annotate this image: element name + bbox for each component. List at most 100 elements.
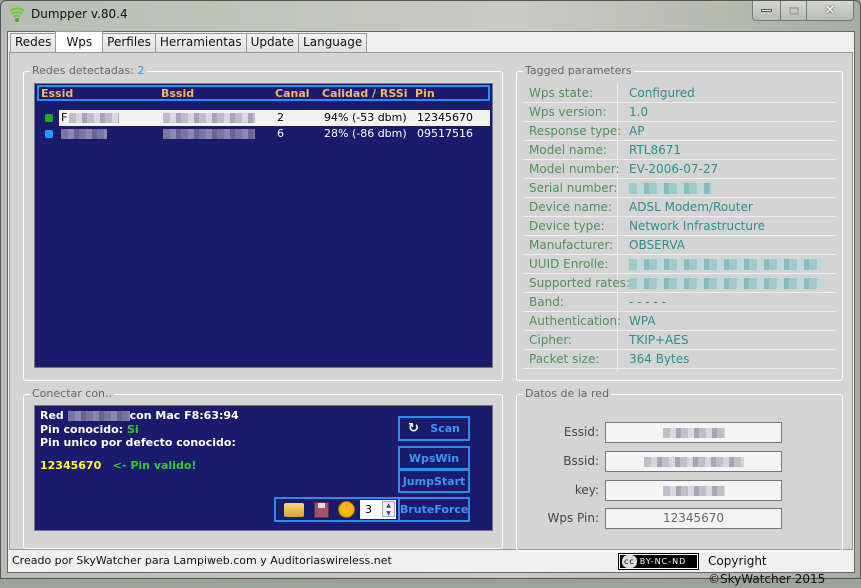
- parameter-name: Model name:: [529, 143, 607, 157]
- attempts-spinner[interactable]: 3 ▲ ▼: [360, 500, 396, 519]
- tagged-parameter-row: Model number: EV-2006-07-27: [523, 160, 836, 179]
- app-window: Dumpper v.80.4 ✕ Redes Wps Perfiles Herr…: [0, 0, 861, 586]
- row-pin: 09517516: [417, 127, 473, 140]
- tagged-parameter-row: Serial number:: [523, 179, 836, 198]
- bssid-label: Bssid:: [563, 454, 599, 468]
- row-essid-blurred: [69, 113, 119, 123]
- row-essid-blurred: [61, 129, 107, 139]
- row-pin: 12345670: [417, 111, 473, 124]
- tagged-parameter-row: UUID Enrolle:: [523, 255, 836, 274]
- scan-label: Scan: [430, 422, 460, 435]
- network-row[interactable]: 6 28% (-86 dbm) 09517516: [37, 126, 490, 142]
- pin-result-line: 12345670 <- Pin valido!: [40, 459, 196, 472]
- wpswin-button[interactable]: WpsWin: [398, 446, 470, 470]
- col-essid[interactable]: Essid: [41, 87, 73, 100]
- row-bssid-blurred: [163, 129, 255, 139]
- pin-known-line: Pin conocido: Si: [40, 423, 139, 436]
- col-canal[interactable]: Canal: [275, 87, 310, 100]
- parameter-name: Wps state:: [529, 86, 593, 100]
- tagged-parameter-row: Wps version: 1.0: [523, 103, 836, 122]
- parameter-value: EV-2006-07-27: [629, 162, 719, 176]
- networks-list[interactable]: Essid Bssid Canal Calidad / RSSi Pin F 2…: [34, 83, 493, 368]
- essid-field[interactable]: [605, 422, 782, 443]
- wps-status-icon: [45, 114, 53, 122]
- parameter-value: [629, 274, 824, 295]
- bssid-field[interactable]: [605, 451, 782, 472]
- network-row[interactable]: F 2 94% (-53 dbm) 12345670: [37, 110, 490, 126]
- pin-known-label: Pin conocido:: [40, 423, 124, 436]
- parameter-name: Device name:: [529, 200, 612, 214]
- bruteforce-button[interactable]: BruteForce: [398, 499, 468, 520]
- window-title: Dumpper v.80.4: [31, 7, 128, 21]
- parameter-value: TKIP+AES: [629, 333, 689, 347]
- parameter-value: RTL8671: [629, 143, 682, 157]
- blurred-value: [629, 278, 824, 289]
- parameter-name: Manufacturer:: [529, 238, 614, 252]
- networks-label: Redes detectadas:: [32, 64, 134, 77]
- networks-group: Redes detectadas: 2 Essid Bssid Canal Ca…: [23, 64, 503, 381]
- network-data-label: Datos de la red: [523, 387, 612, 400]
- spinner-arrows-icon[interactable]: ▲ ▼: [382, 501, 395, 517]
- close-button[interactable]: ✕: [806, 1, 854, 21]
- refresh-icon: ↻: [408, 421, 419, 436]
- tagged-parameters-label: Tagged parameters: [523, 64, 634, 77]
- jumpstart-button[interactable]: JumpStart: [398, 469, 470, 493]
- tagged-parameter-row: Device type: Network Infrastructure: [523, 217, 836, 236]
- tagged-parameter-row: Band: - - - - -: [523, 293, 836, 312]
- tagged-parameter-row: Device name: ADSL Modem/Router: [523, 198, 836, 217]
- mac-text: con Mac F8:63:94: [129, 409, 239, 422]
- parameter-value: OBSERVA: [629, 238, 685, 252]
- folder-icon[interactable]: [284, 503, 304, 517]
- tagged-parameter-row: Manufacturer: OBSERVA: [523, 236, 836, 255]
- key-label: key:: [574, 483, 599, 497]
- parameter-value: [629, 255, 824, 276]
- row-calidad: 28% (-86 dbm): [324, 127, 407, 140]
- scan-button[interactable]: ↻ Scan: [398, 416, 470, 441]
- parameter-value: Network Infrastructure: [629, 219, 766, 233]
- col-calidad[interactable]: Calidad / RSSi: [322, 87, 407, 100]
- save-icon[interactable]: [314, 502, 329, 518]
- parameter-name: Response type:: [529, 124, 622, 138]
- parameter-value: 1.0: [629, 105, 649, 119]
- maximize-button[interactable]: [780, 1, 807, 21]
- cc-license-badge[interactable]: cc BY-NC-ND: [618, 553, 699, 570]
- row-canal: 2: [277, 111, 284, 124]
- tab-language[interactable]: Language: [298, 33, 368, 52]
- network-data-group: Datos de la red Essid: Bssid: key: Wps P…: [516, 387, 843, 551]
- tagged-parameter-row: Model name: RTL8671: [523, 141, 836, 160]
- col-pin[interactable]: Pin: [415, 87, 435, 100]
- tab-redes[interactable]: Redes: [10, 33, 57, 52]
- networks-list-header: Essid Bssid Canal Calidad / RSSi Pin: [37, 85, 490, 101]
- parameter-value: WPA: [629, 314, 656, 328]
- tab-update[interactable]: Update: [245, 33, 300, 52]
- row-bssid-blurred: [163, 113, 255, 123]
- connect-group-label: Conectar con..: [30, 387, 115, 400]
- minimize-button[interactable]: [752, 1, 781, 21]
- col-bssid[interactable]: Bssid: [161, 87, 194, 100]
- parameter-name: UUID Enrolle:: [529, 257, 609, 271]
- row-calidad: 94% (-53 dbm): [324, 111, 407, 124]
- tab-wps[interactable]: Wps: [55, 31, 104, 52]
- stop-hand-icon[interactable]: ✋: [338, 501, 355, 518]
- parameter-name: Supported rates:: [529, 276, 630, 290]
- close-icon: ✕: [824, 3, 836, 18]
- wps-panel: Redes detectadas: 2 Essid Bssid Canal Ca…: [9, 52, 853, 551]
- tagged-parameter-row: Packet size: 364 Bytes: [523, 350, 836, 369]
- copyright-text: Copyright ©SkyWatcher 2015: [708, 554, 826, 586]
- blurred-value: [629, 259, 824, 270]
- wps-pin-field[interactable]: 12345670: [605, 508, 782, 529]
- maximize-icon: [788, 6, 799, 15]
- tab-herramientas[interactable]: Herramientas: [154, 33, 247, 52]
- parameter-value: 364 Bytes: [629, 352, 690, 366]
- wifi-logo-icon: [9, 7, 25, 22]
- cc-icon: cc: [622, 555, 637, 568]
- key-field[interactable]: [605, 480, 782, 501]
- tagged-parameter-row: Authentication: WPA: [523, 312, 836, 331]
- pin-known-value: Si: [126, 423, 139, 436]
- status-bar: Creado por SkyWatcher para Lampiweb.com …: [9, 552, 853, 586]
- row-canal: 6: [277, 127, 284, 140]
- parameter-name: Authentication:: [529, 314, 622, 328]
- essid-blurred: [662, 427, 725, 438]
- tab-perfiles[interactable]: Perfiles: [102, 33, 156, 52]
- parameter-name: Cipher:: [529, 333, 573, 347]
